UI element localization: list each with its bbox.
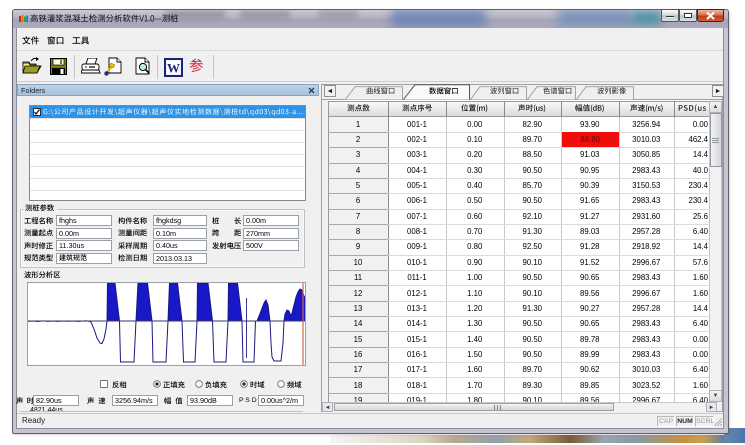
svg-text:W: W [167, 61, 180, 76]
